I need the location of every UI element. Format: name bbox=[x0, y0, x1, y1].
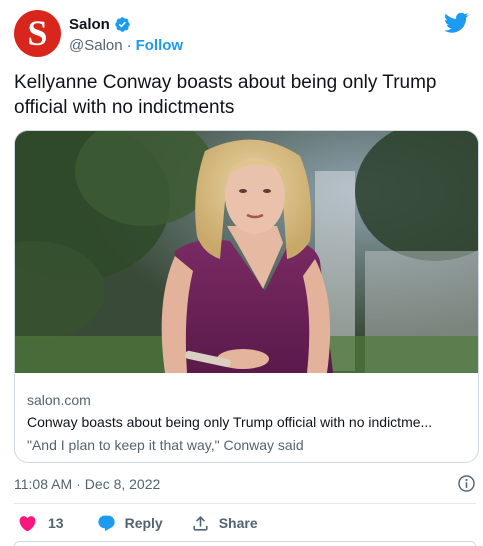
heart-icon bbox=[19, 515, 36, 531]
share-icon bbox=[193, 515, 208, 531]
verified-badge-icon bbox=[115, 16, 130, 32]
timestamp-separator: · bbox=[76, 476, 81, 492]
reply-bubble-icon bbox=[97, 515, 115, 531]
reply-button[interactable]: Reply bbox=[97, 514, 163, 533]
timestamp-row: 11:08 AM · Dec 8, 2022 bbox=[14, 474, 476, 494]
tweet-date[interactable]: Dec 8, 2022 bbox=[85, 476, 161, 492]
author-block: Salon @Salon · Follow bbox=[69, 14, 183, 56]
card-meta: salon.com Conway boasts about being only… bbox=[15, 373, 478, 455]
tweet-time[interactable]: 11:08 AM bbox=[14, 476, 72, 492]
avatar[interactable]: S bbox=[14, 10, 61, 57]
account-handle[interactable]: @Salon bbox=[69, 37, 123, 54]
reply-label: Reply bbox=[124, 515, 163, 531]
tweet-text: Kellyanne Conway boasts about being only… bbox=[14, 72, 437, 118]
handle-row: @Salon · Follow bbox=[69, 34, 183, 56]
like-count: 13 bbox=[48, 515, 64, 531]
share-button[interactable]: Share bbox=[191, 514, 258, 533]
account-name[interactable]: Salon bbox=[69, 16, 110, 33]
handle-separator: · bbox=[126, 36, 132, 54]
link-card[interactable]: salon.com Conway boasts about being only… bbox=[14, 130, 479, 463]
tweet-header: S Salon @Salon · Follow bbox=[14, 8, 475, 62]
divider bbox=[14, 503, 476, 504]
name-row: Salon bbox=[69, 14, 183, 34]
card-description: "And I plan to keep it that way," Conway… bbox=[27, 437, 304, 453]
card-title[interactable]: Conway boasts about being only Trump off… bbox=[27, 412, 466, 432]
read-replies-button-edge bbox=[14, 541, 476, 546]
twitter-bird-icon[interactable] bbox=[444, 12, 469, 34]
info-icon[interactable] bbox=[457, 474, 476, 493]
follow-button[interactable]: Follow bbox=[136, 37, 184, 54]
card-domain: salon.com bbox=[27, 392, 91, 408]
action-bar: 13 Reply Share bbox=[18, 512, 258, 534]
like-button[interactable]: 13 bbox=[18, 514, 64, 533]
avatar-logo-letter: S bbox=[27, 12, 48, 53]
share-label: Share bbox=[218, 515, 258, 531]
card-image[interactable] bbox=[15, 131, 478, 373]
card-photo-illustration bbox=[15, 131, 478, 373]
